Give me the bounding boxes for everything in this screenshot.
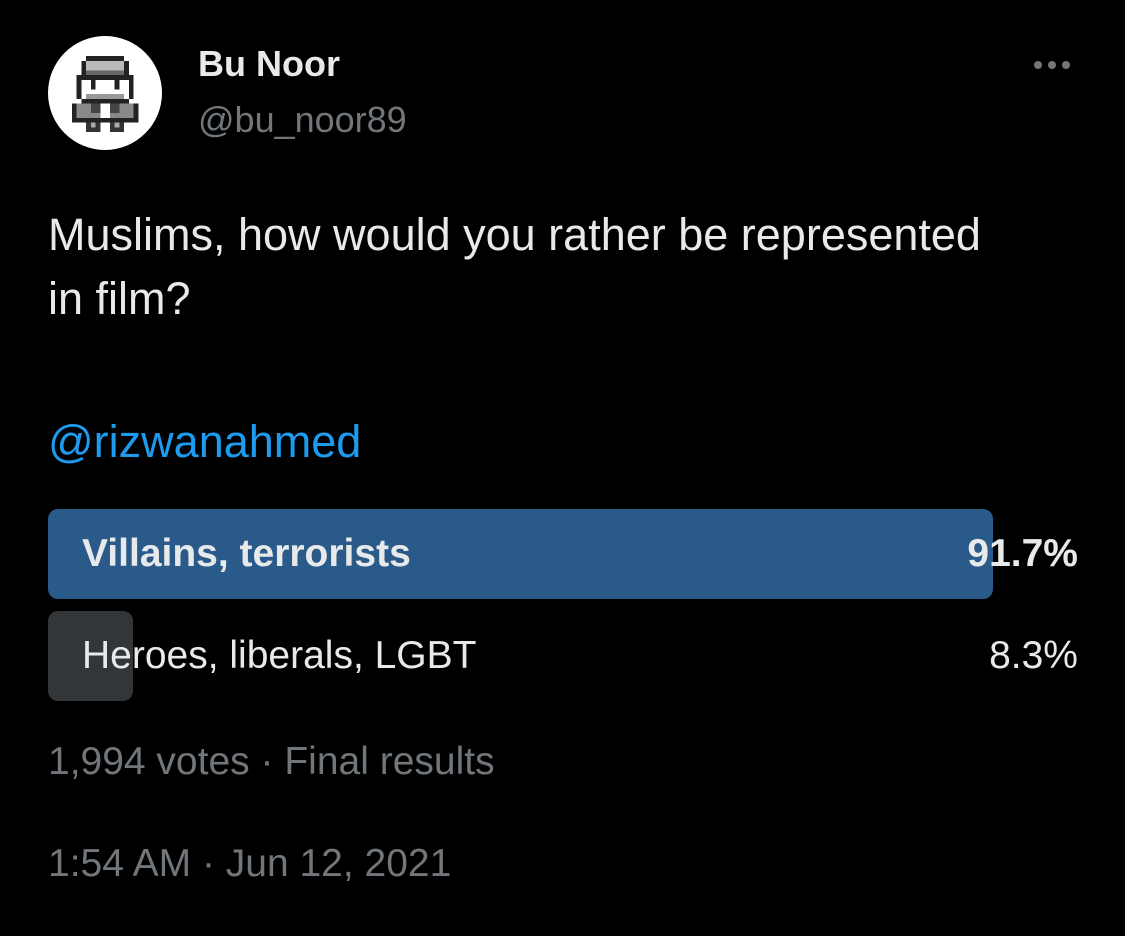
- avatar[interactable]: [48, 36, 162, 150]
- tweet-date: Jun 12, 2021: [225, 842, 452, 885]
- more-horizontal-icon-dot: [1048, 61, 1056, 69]
- poll-option-1: Villains, terrorists 91.7%: [48, 509, 1078, 599]
- more-horizontal-icon: [1034, 61, 1042, 69]
- poll-option-2: Heroes, liberals, LGBT 8.3%: [48, 611, 1078, 701]
- poll-option-label: Heroes, liberals, LGBT: [82, 634, 477, 677]
- poll-meta: 1,994 votes · Final results: [48, 738, 495, 786]
- poll-option-percent: 8.3%: [989, 634, 1078, 677]
- more-horizontal-icon-dot: [1062, 61, 1070, 69]
- tweet-text: Muslims, how would you rather be represe…: [48, 209, 981, 324]
- poll-status: Final results: [284, 740, 495, 783]
- timestamp-separator: ·: [201, 842, 215, 885]
- tweet-timestamp[interactable]: 1:54 AM · Jun 12, 2021: [48, 840, 451, 888]
- tweet-card: Bu Noor @bu_noor89 Muslims, how would yo…: [0, 0, 1125, 936]
- author-display-name[interactable]: Bu Noor: [198, 42, 340, 86]
- meta-separator: ·: [260, 740, 274, 783]
- mention-link[interactable]: @rizwanahmed: [48, 414, 361, 470]
- author-handle[interactable]: @bu_noor89: [198, 98, 407, 142]
- poll-vote-count: 1,994 votes: [48, 740, 250, 783]
- poll-option-label: Villains, terrorists: [82, 532, 411, 575]
- pixel-character-icon: [71, 56, 139, 132]
- poll-option-percent: 91.7%: [967, 532, 1078, 575]
- more-options-button[interactable]: [1026, 50, 1078, 80]
- tweet-time: 1:54 AM: [48, 842, 192, 885]
